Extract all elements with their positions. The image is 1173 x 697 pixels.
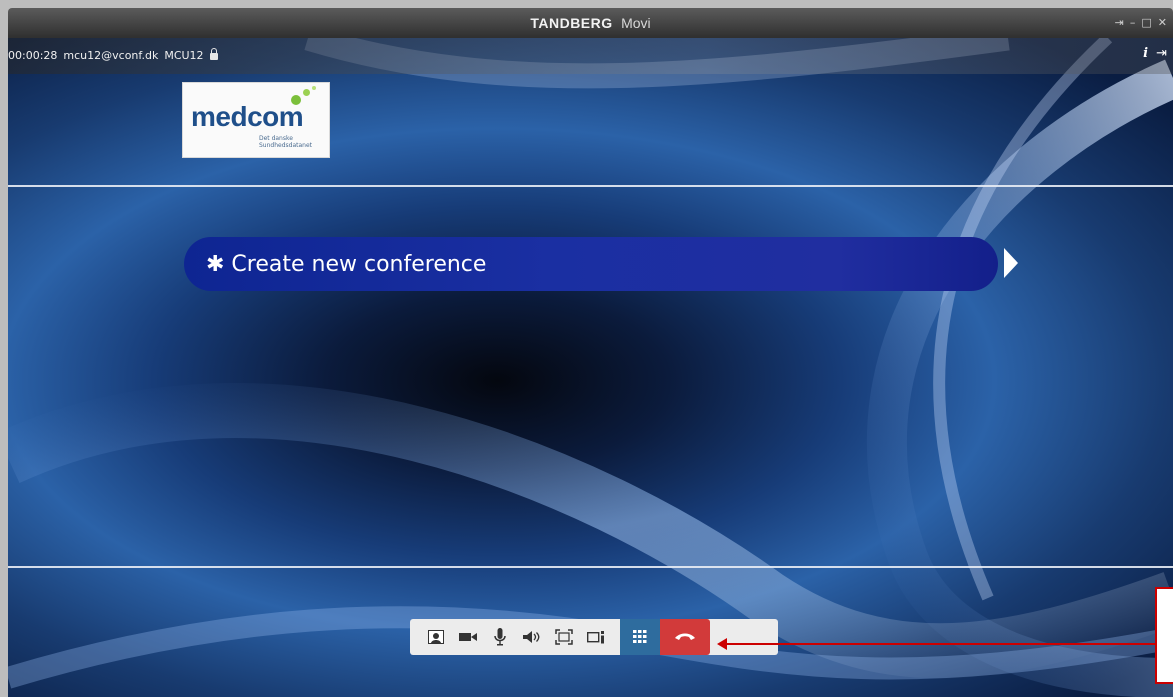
call-info: 00:00:28 mcu12@vconf.dk MCU12	[8, 48, 224, 62]
app-name: Movi	[621, 15, 651, 31]
camera-icon	[459, 633, 477, 641]
info-icon[interactable]: i	[1143, 46, 1148, 61]
self-view-button[interactable]	[420, 619, 452, 655]
call-info-bar: 00:00:28 mcu12@vconf.dk MCU12 i ⇥	[8, 38, 1173, 74]
divider-bottom	[8, 566, 1173, 568]
logo-dot	[312, 86, 316, 90]
hang-up-button[interactable]	[660, 619, 710, 655]
logo-subtitle: Det danske Sundhedsdatanet	[259, 135, 313, 149]
medcom-logo: medcom Det danske Sundhedsdatanet	[182, 82, 330, 158]
chevron-right-icon[interactable]	[1004, 248, 1018, 278]
fullscreen-icon	[555, 629, 573, 645]
microphone-button[interactable]	[484, 619, 516, 655]
create-conference-button[interactable]: ✱ Create new conference	[184, 237, 998, 291]
logo-dot	[303, 89, 310, 96]
keypad-button[interactable]	[620, 619, 660, 655]
lock-icon	[209, 48, 218, 60]
layout-button[interactable]	[580, 619, 612, 655]
maximize-button[interactable]: □	[1141, 16, 1151, 29]
hang-up-icon	[675, 633, 695, 640]
annotation-arrow-line	[725, 643, 1156, 645]
create-conference-label: ✱ Create new conference	[206, 252, 487, 277]
close-button[interactable]: ✕	[1158, 16, 1167, 29]
microphone-icon	[494, 628, 506, 646]
logo-wordmark: medcom	[191, 101, 304, 132]
call-address: mcu12@vconf.dk	[63, 49, 159, 62]
window-titlebar: TANDBERG Movi ⇥ – □ ✕	[8, 8, 1173, 38]
video-area: 00:00:28 mcu12@vconf.dk MCU12 i ⇥ medcom D…	[8, 38, 1173, 697]
keypad-icon	[633, 630, 647, 643]
camera-button[interactable]	[452, 619, 484, 655]
window-controls: ⇥ – □ ✕	[1115, 16, 1167, 29]
call-endpoint: MCU12	[164, 49, 204, 62]
fullscreen-button[interactable]	[548, 619, 580, 655]
speaker-button[interactable]	[516, 619, 548, 655]
layout-icon	[587, 631, 604, 644]
annotation-callout-box	[1155, 587, 1173, 684]
divider-top	[8, 185, 1173, 187]
brand-name: TANDBERG	[530, 15, 613, 31]
info-bar-icons: i ⇥	[1143, 46, 1167, 61]
pin-window-icon[interactable]: ⇥	[1115, 16, 1124, 29]
window-title: TANDBERG Movi	[8, 15, 1173, 32]
pin-icon[interactable]: ⇥	[1156, 46, 1167, 61]
self-view-icon	[428, 630, 444, 644]
call-timer: 00:00:28	[8, 49, 58, 62]
minimize-button[interactable]: –	[1130, 16, 1136, 29]
annotation-arrow-head	[717, 638, 727, 650]
speaker-icon	[523, 631, 540, 643]
